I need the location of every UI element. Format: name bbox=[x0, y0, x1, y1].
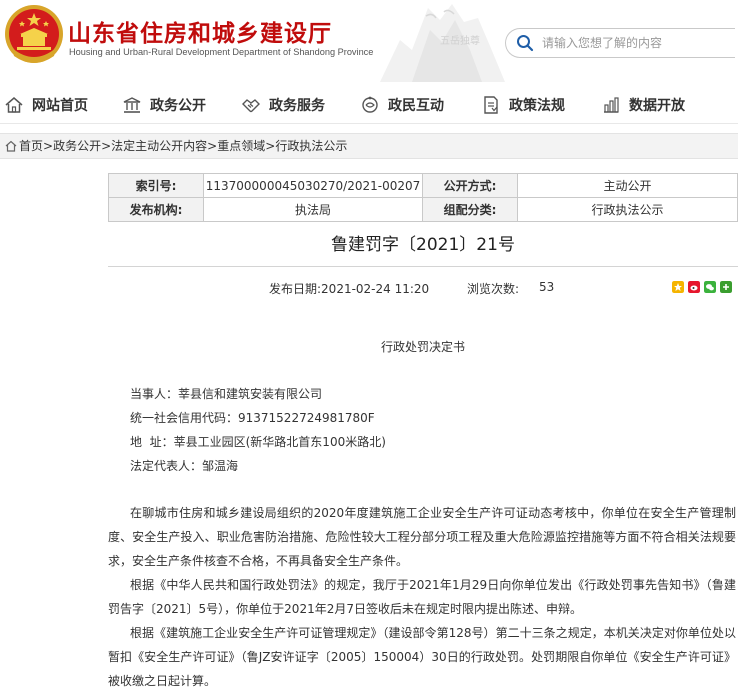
document-meta-table: 索引号: 113700000045030270/2021-00207 公开方式:… bbox=[108, 173, 738, 222]
breadcrumb-link[interactable]: 法定主动公开内容 bbox=[111, 139, 207, 153]
search-input[interactable] bbox=[542, 33, 722, 53]
nav-label: 政务服务 bbox=[269, 98, 325, 114]
nav-item-gov-affairs[interactable]: 政务公开 bbox=[122, 93, 206, 117]
national-emblem-icon[interactable] bbox=[4, 4, 64, 66]
notice-title: 行政处罚决定书 bbox=[380, 340, 465, 354]
home-icon bbox=[5, 140, 17, 152]
nav-label: 政策法规 bbox=[509, 98, 565, 114]
main-nav: 网站首页 政务公开 政务服务 政民互动 政策法规 数据开放 bbox=[0, 85, 738, 124]
nav-label: 网站首页 bbox=[32, 98, 88, 114]
document-icon bbox=[484, 96, 498, 114]
meta-label: 公开方式: bbox=[422, 173, 518, 198]
breadcrumb-link[interactable]: 重点领域 bbox=[217, 139, 265, 153]
nav-item-interaction[interactable]: 政民互动 bbox=[360, 93, 444, 117]
site-subtitle: Housing and Urban-Rural Development Depa… bbox=[69, 47, 374, 57]
nav-item-home[interactable]: 网站首页 bbox=[4, 93, 88, 117]
legal-representative: 法定代表人：邹温海 bbox=[130, 459, 239, 473]
meta-label: 发布机构: bbox=[108, 197, 204, 222]
publish-date: 发布日期:2021-02-24 11:20 bbox=[269, 282, 430, 296]
divider bbox=[108, 266, 738, 267]
document-title: 鲁建罚字〔2021〕21号 bbox=[331, 235, 515, 255]
site-title: 山东省住房和城乡建设厅 bbox=[68, 21, 332, 47]
breadcrumb-link[interactable]: 政务公开 bbox=[53, 139, 101, 153]
home-icon bbox=[5, 97, 23, 113]
search-icon[interactable] bbox=[516, 34, 534, 52]
interaction-icon bbox=[362, 96, 378, 113]
body-paragraph: 根据《中华人民共和国行政处罚法》的规定，我厅于2021年1月29日向你单位发出《… bbox=[108, 578, 736, 616]
views-label: 浏览次数: bbox=[467, 282, 520, 296]
nav-label: 数据开放 bbox=[629, 98, 685, 114]
wechat-icon[interactable] bbox=[704, 281, 716, 293]
meta-label: 组配分类: bbox=[422, 197, 518, 222]
svg-text:五岳独尊: 五岳独尊 bbox=[440, 34, 480, 47]
party-address: 地 址：莘县工业园区(新华路北首东100米路北) bbox=[130, 435, 386, 449]
handshake-icon bbox=[242, 99, 260, 113]
meta-value: 113700000045030270/2021-00207 bbox=[203, 173, 423, 198]
mount-tai-decoration-icon: 五岳独尊 bbox=[380, 4, 505, 82]
weibo-icon[interactable] bbox=[688, 281, 700, 293]
body-paragraph: 在聊城市住房和城乡建设局组织的2020年度建筑施工企业安全生产许可证动态考核中，… bbox=[108, 506, 736, 568]
nav-label: 政民互动 bbox=[388, 98, 444, 114]
qzone-icon[interactable] bbox=[672, 281, 684, 293]
body-paragraph: 根据《建筑施工企业安全生产许可证管理规定》（建设部令第128号）第二十三条之规定… bbox=[108, 626, 736, 688]
breadcrumb: 首页>政务公开>法定主动公开内容>重点领域>行政执法公示 bbox=[0, 133, 738, 159]
breadcrumb-link[interactable]: 首页 bbox=[19, 139, 43, 153]
views-count: 53 bbox=[539, 280, 555, 294]
site-header: 山东省住房和城乡建设厅 Housing and Urban-Rural Deve… bbox=[0, 0, 738, 82]
more-share-icon[interactable] bbox=[720, 281, 732, 293]
building-icon bbox=[123, 97, 141, 113]
breadcrumb-link[interactable]: 行政执法公示 bbox=[275, 139, 347, 153]
nav-item-policy[interactable]: 政策法规 bbox=[481, 93, 565, 117]
nav-item-gov-services[interactable]: 政务服务 bbox=[241, 93, 325, 117]
search-box bbox=[505, 28, 735, 58]
meta-value: 主动公开 bbox=[517, 173, 738, 198]
nav-item-data-open[interactable]: 数据开放 bbox=[601, 93, 685, 117]
credit-code: 统一社会信用代码：91371522724981780F bbox=[130, 411, 375, 425]
party-name: 当事人：莘县信和建筑安装有限公司 bbox=[130, 387, 323, 401]
meta-label: 索引号: bbox=[108, 173, 204, 198]
nav-label: 政务公开 bbox=[150, 98, 206, 114]
chart-icon bbox=[604, 97, 619, 113]
meta-value: 执法局 bbox=[203, 197, 423, 222]
meta-value: 行政执法公示 bbox=[517, 197, 738, 222]
